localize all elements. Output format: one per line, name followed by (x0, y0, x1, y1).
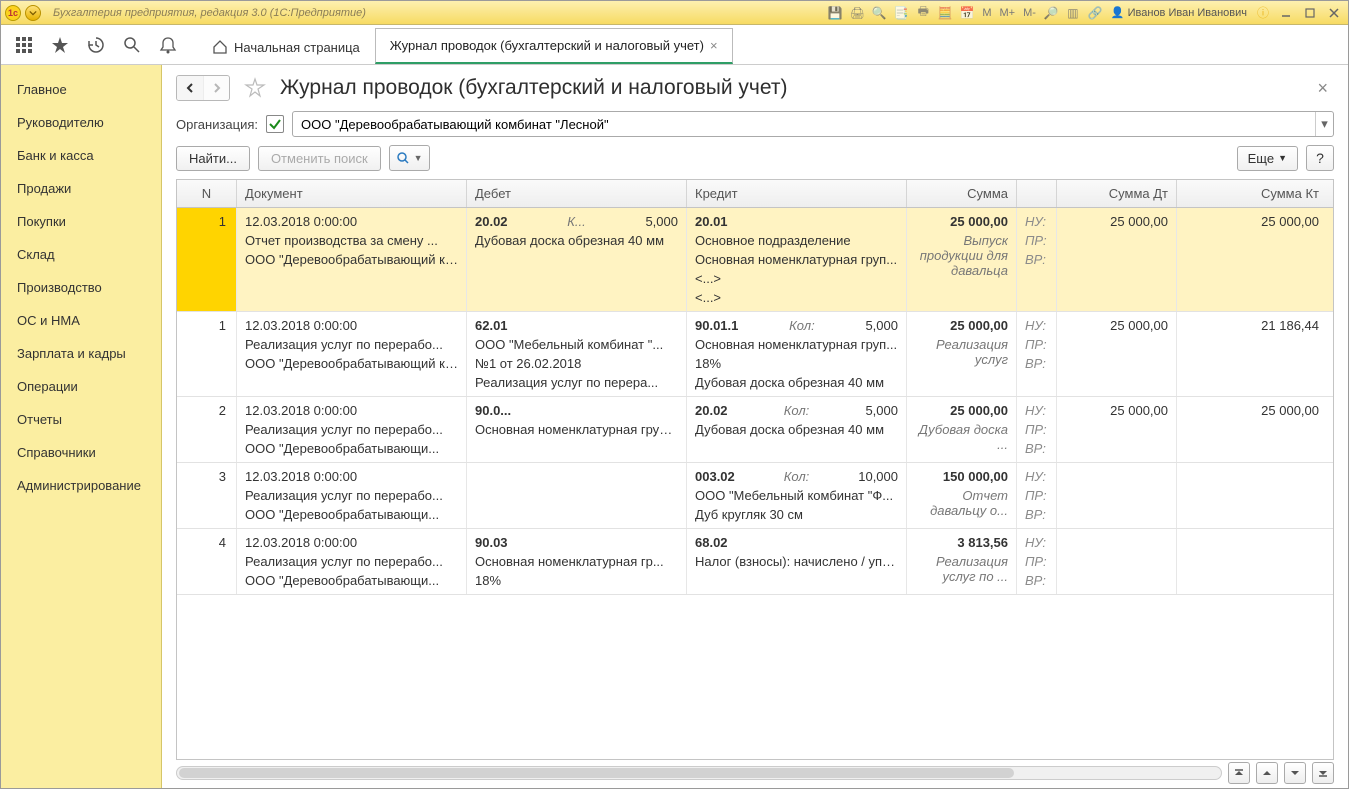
scroll-bottom-button[interactable] (1312, 762, 1334, 784)
app-menu-button[interactable] (25, 5, 41, 21)
org-input[interactable] (293, 112, 1315, 136)
calendar-icon[interactable]: 📅 (958, 4, 976, 22)
sidebar-item-6[interactable]: Производство (1, 271, 161, 304)
print-icon[interactable]: 🖨 (848, 4, 866, 22)
table-row[interactable]: 312.03.2018 0:00:00Реализация услуг по п… (177, 463, 1333, 529)
search-dropdown-button[interactable]: ▼ (389, 145, 430, 171)
horizontal-scrollbar[interactable] (176, 766, 1222, 780)
help-button[interactable]: ? (1306, 145, 1334, 171)
sidebar-item-1[interactable]: Руководителю (1, 106, 161, 139)
tab-home[interactable]: Начальная страница (197, 29, 375, 64)
app-logo: 1с (5, 5, 21, 21)
toolbar-row: Начальная страница Журнал проводок (бухг… (1, 25, 1348, 65)
sidebar-item-8[interactable]: Зарплата и кадры (1, 337, 161, 370)
org-dropdown-icon[interactable]: ▾ (1315, 112, 1333, 136)
sidebar-item-12[interactable]: Администрирование (1, 469, 161, 502)
preview-icon[interactable]: 🔍 (870, 4, 888, 22)
nav-buttons (176, 75, 230, 101)
tab-close-icon[interactable]: × (710, 38, 718, 53)
nav-back-button[interactable] (177, 76, 203, 100)
col-credit[interactable]: Кредит (687, 180, 907, 207)
home-icon (212, 39, 228, 55)
table-body[interactable]: 112.03.2018 0:00:00Отчет производства за… (177, 208, 1333, 759)
page-close-icon[interactable]: × (1311, 76, 1334, 101)
sidebar-item-10[interactable]: Отчеты (1, 403, 161, 436)
star-icon[interactable] (49, 34, 71, 56)
table-row[interactable]: 112.03.2018 0:00:00Отчет производства за… (177, 208, 1333, 312)
bell-icon[interactable] (157, 34, 179, 56)
col-sum-dt[interactable]: Сумма Дт (1057, 180, 1177, 207)
print2-icon[interactable]: 🖶 (914, 4, 932, 22)
current-user[interactable]: 👤Иванов Иван Иванович (1108, 6, 1250, 19)
close-button[interactable] (1324, 4, 1344, 22)
sidebar-item-0[interactable]: Главное (1, 73, 161, 106)
search-small-icon (396, 151, 410, 165)
cancel-search-button: Отменить поиск (258, 146, 381, 171)
chevron-down-icon: ▼ (1278, 153, 1287, 163)
panel-icon[interactable]: ▥ (1064, 4, 1082, 22)
sidebar-item-3[interactable]: Продажи (1, 172, 161, 205)
calc-icon[interactable]: 🧮 (936, 4, 954, 22)
nav-forward-button (203, 76, 229, 100)
table-header: N Документ Дебет Кредит Сумма Сумма Дт С… (177, 180, 1333, 208)
sidebar-item-11[interactable]: Справочники (1, 436, 161, 469)
zoom-icon[interactable]: 🔎 (1042, 4, 1060, 22)
org-label: Организация: (176, 117, 258, 132)
table-row[interactable]: 112.03.2018 0:00:00Реализация услуг по п… (177, 312, 1333, 397)
col-sum-kt[interactable]: Сумма Кт (1177, 180, 1333, 207)
memory-mminus[interactable]: M- (1021, 7, 1038, 19)
find-button[interactable]: Найти... (176, 146, 250, 171)
chevron-down-icon: ▼ (414, 153, 423, 163)
sidebar-item-2[interactable]: Банк и касса (1, 139, 161, 172)
app-title: Бухгалтерия предприятия, редакция 3.0 (1… (53, 7, 366, 19)
maximize-button[interactable] (1300, 4, 1320, 22)
minimize-button[interactable] (1276, 4, 1296, 22)
sidebar-item-5[interactable]: Склад (1, 238, 161, 271)
col-sum[interactable]: Сумма (907, 180, 1017, 207)
scroll-top-button[interactable] (1228, 762, 1250, 784)
save-icon[interactable]: 💾 (826, 4, 844, 22)
org-checkbox[interactable] (266, 115, 284, 133)
link-icon[interactable]: 🔗 (1086, 4, 1104, 22)
table-row[interactable]: 412.03.2018 0:00:00Реализация услуг по п… (177, 529, 1333, 595)
more-button[interactable]: Еще▼ (1237, 146, 1298, 171)
page-title: Журнал проводок (бухгалтерский и налогов… (280, 76, 787, 100)
col-doc[interactable]: Документ (237, 180, 467, 207)
col-debit[interactable]: Дебет (467, 180, 687, 207)
favorite-star-icon[interactable] (244, 77, 266, 99)
search-icon[interactable] (121, 34, 143, 56)
scroll-up-button[interactable] (1256, 762, 1278, 784)
col-indicator (1017, 180, 1057, 207)
history-icon[interactable] (85, 34, 107, 56)
memory-mplus[interactable]: M+ (998, 7, 1018, 19)
sidebar-item-7[interactable]: ОС и НМА (1, 304, 161, 337)
info-icon[interactable]: ⓘ (1254, 4, 1272, 22)
sidebar-item-9[interactable]: Операции (1, 370, 161, 403)
user-icon: 👤 (1111, 6, 1125, 19)
scroll-down-button[interactable] (1284, 762, 1306, 784)
sidebar: ГлавноеРуководителюБанк и кассаПродажиПо… (1, 65, 162, 788)
memory-m[interactable]: M (980, 7, 993, 19)
compare-icon[interactable]: 📑 (892, 4, 910, 22)
tab-journal[interactable]: Журнал проводок (бухгалтерский и налогов… (375, 28, 733, 64)
apps-icon[interactable] (13, 34, 35, 56)
col-n[interactable]: N (177, 180, 237, 207)
table-row[interactable]: 212.03.2018 0:00:00Реализация услуг по п… (177, 397, 1333, 463)
sidebar-item-4[interactable]: Покупки (1, 205, 161, 238)
titlebar: 1с Бухгалтерия предприятия, редакция 3.0… (1, 1, 1348, 25)
